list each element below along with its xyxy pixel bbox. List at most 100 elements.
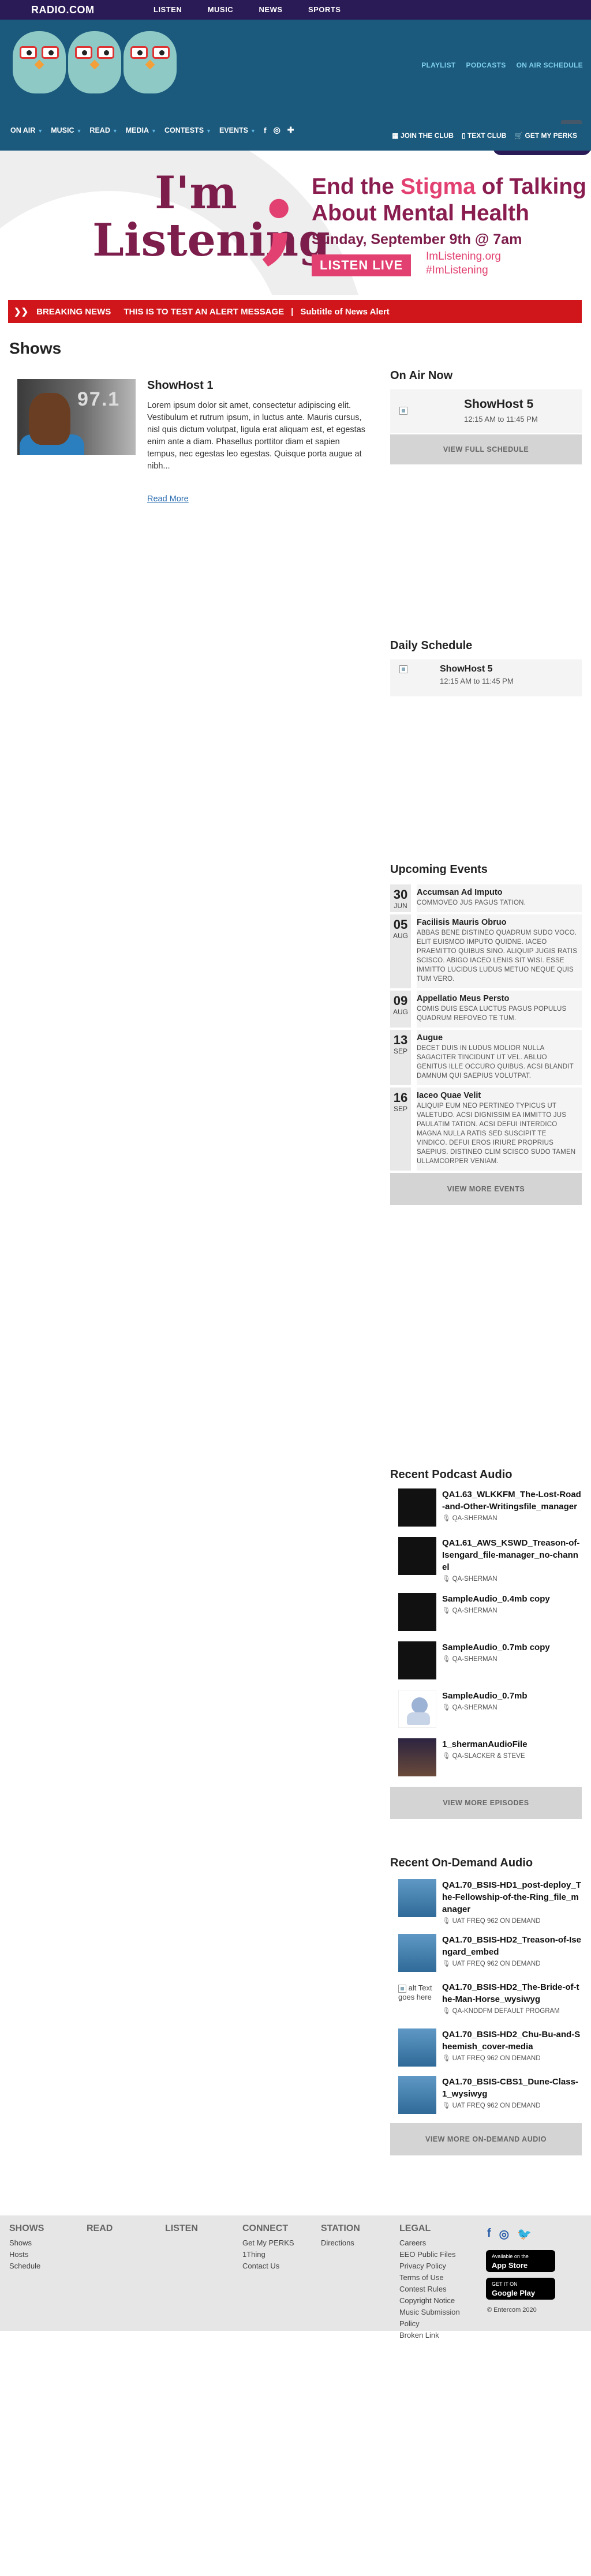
- event-item[interactable]: 09 AUG Appellatio Meus Persto COMIS DUIS E…: [390, 991, 582, 1028]
- top-nav-news[interactable]: NEWS: [259, 5, 283, 14]
- podcast-text: SampleAudio_0.7mb copy 🎙 QA-SHERMAN: [442, 1641, 550, 1679]
- banner-site: ImListening.org #ImListening: [426, 250, 501, 278]
- show-image[interactable]: 97.1: [17, 379, 136, 455]
- radio-com-logo[interactable]: RADIO.COM: [31, 4, 154, 16]
- nav-media[interactable]: MEDIA ▼: [126, 126, 156, 134]
- footer-link[interactable]: Contact Us: [242, 2260, 294, 2272]
- podcast-thumbnail: [398, 1690, 436, 1728]
- footer-link[interactable]: Broken Link: [399, 2330, 474, 2341]
- author-name: QA-SLACKER & STEVE: [452, 1753, 525, 1760]
- view-more-events-button[interactable]: VIEW MORE EVENTS: [390, 1173, 582, 1205]
- playlist-link[interactable]: PLAYLIST: [421, 61, 455, 69]
- event-item[interactable]: 16 SEP Iaceo Quae Velit ALIQUIP EUM NEO PE…: [390, 1088, 582, 1171]
- podcasts-link[interactable]: PODCASTS: [466, 61, 506, 69]
- footer-heading: STATION: [321, 2223, 360, 2233]
- event-date: 16 SEP: [390, 1088, 411, 1171]
- event-day: 05: [393, 917, 408, 932]
- footer-heading[interactable]: READ: [87, 2223, 113, 2234]
- listen-live-button[interactable]: LISTEN LIVE: [312, 254, 412, 276]
- view-more-episodes-button[interactable]: VIEW MORE EPISODES: [390, 1787, 582, 1819]
- footer-col-connect: CONNECT Get My PERKS 1Thing Contact Us: [242, 2223, 294, 2272]
- footer-heading[interactable]: LISTEN: [165, 2223, 198, 2234]
- footer-link[interactable]: Directions: [321, 2237, 360, 2249]
- ondemand-thumbnail: [398, 1879, 436, 1917]
- instagram-icon[interactable]: ◎: [499, 2227, 509, 2241]
- ondemand-item[interactable]: QA1.70_BSIS-HD2_Chu-Bu-and-Sheemish_cove…: [398, 2028, 582, 2067]
- read-more-link[interactable]: Read More: [147, 494, 189, 504]
- nav-read[interactable]: READ ▼: [89, 126, 117, 134]
- footer-link[interactable]: Careers: [399, 2237, 474, 2249]
- upcoming-events: Upcoming Events 30 JUN Accumsan Ad Imputo…: [390, 863, 582, 1205]
- host-image: [399, 665, 407, 673]
- top-nav-listen[interactable]: LISTEN: [154, 5, 182, 14]
- podcast-item[interactable]: QA1.63_WLKKFM_The-Lost-Road-and-Other-Wr…: [398, 1488, 582, 1527]
- event-item[interactable]: 30 JUN Accumsan Ad Imputo COMMOVEO JUS PAG…: [390, 884, 582, 912]
- podcast-item[interactable]: SampleAudio_0.7mb copy 🎙 QA-SHERMAN: [398, 1641, 582, 1679]
- footer-link[interactable]: Shows: [9, 2237, 44, 2249]
- footer-link[interactable]: Copyright Notice: [399, 2295, 474, 2307]
- ondemand-item[interactable]: alt Text goes here QA1.70_BSIS-HD2_The-B…: [398, 1981, 582, 2019]
- nav-label: EVENTS: [219, 126, 248, 134]
- text-club-link[interactable]: ▯ TEXT CLUB: [462, 132, 506, 140]
- ondemand-station: 🎙 QA-KNDDFM DEFAULT PROGRAM: [442, 2007, 582, 2015]
- banner-comma-icon: ;: [260, 153, 298, 275]
- view-full-schedule-button[interactable]: VIEW FULL SCHEDULE: [390, 434, 582, 464]
- ondemand-station: 🎙 UAT FREQ 962 ON DEMAND: [442, 1917, 582, 1925]
- top-nav-music[interactable]: MUSIC: [208, 5, 233, 14]
- top-nav-sports[interactable]: SPORTS: [308, 5, 341, 14]
- footer-link[interactable]: Privacy Policy: [399, 2260, 474, 2272]
- google-play-badge[interactable]: GET IT ON Google Play: [486, 2278, 555, 2300]
- event-date: 30 JUN: [390, 884, 411, 912]
- footer-link[interactable]: Music Submission Policy: [399, 2307, 474, 2330]
- podcast-item[interactable]: 1_shermanAudioFile 🎙 QA-SLACKER & STEVE: [398, 1738, 582, 1776]
- facebook-icon[interactable]: f: [264, 126, 267, 135]
- footer-link[interactable]: Schedule: [9, 2260, 44, 2272]
- nav-contests[interactable]: CONTESTS ▼: [164, 126, 211, 134]
- show-name[interactable]: ShowHost 1: [147, 379, 213, 392]
- nav-label: ON AIR: [10, 126, 36, 134]
- microphone-icon: 🎙: [442, 1704, 451, 1711]
- ondemand-item[interactable]: QA1.70_BSIS-CBS1_Dune-Class-1_wysiwyg 🎙 UA…: [398, 2076, 582, 2114]
- event-item[interactable]: 05 AUG Facilisis Mauris Obruo ABBAS BENE D…: [390, 914, 582, 988]
- footer-link[interactable]: Contest Rules: [399, 2283, 474, 2295]
- join-club-link[interactable]: ▦ JOIN THE CLUB: [392, 132, 454, 140]
- promo-banner[interactable]: I'm Listening ; End the Stigma of Talkin…: [0, 151, 591, 295]
- headline-part: Stigma: [400, 174, 476, 199]
- podcast-item[interactable]: QA1.61_AWS_KSWD_Treason-of-Isengard_file…: [398, 1537, 582, 1583]
- ondemand-item[interactable]: QA1.70_BSIS-HD1_post-deploy_The-Fellowsh…: [398, 1879, 582, 1925]
- podcast-item[interactable]: SampleAudio_0.7mb 🎙 QA-SHERMAN: [398, 1690, 582, 1728]
- footer-link[interactable]: Get My PERKS: [242, 2237, 294, 2249]
- ondemand-item[interactable]: QA1.70_BSIS-HD2_Treason-of-Isengard_embe…: [398, 1934, 582, 1972]
- footer-social: f ◎ 🐦: [487, 2227, 532, 2241]
- twitter-icon[interactable]: 🐦: [517, 2227, 532, 2241]
- get-perks-link[interactable]: 🛒 GET MY PERKS: [514, 132, 577, 140]
- on-air-card[interactable]: ShowHost 5 12:15 AM to 11:45 PM: [390, 389, 582, 433]
- footer-link[interactable]: EEO Public Files: [399, 2249, 474, 2260]
- nav-on-air[interactable]: ON AIR ▼: [10, 126, 43, 134]
- events-list: 30 JUN Accumsan Ad Imputo COMMOVEO JUS PAG…: [390, 884, 582, 1171]
- footer-link[interactable]: Terms of Use: [399, 2272, 474, 2283]
- nav-events[interactable]: EVENTS ▼: [219, 126, 256, 134]
- ondemand-thumbnail: [398, 2076, 436, 2114]
- podcast-item[interactable]: SampleAudio_0.4mb copy 🎙 QA-SHERMAN: [398, 1593, 582, 1631]
- station-logo[interactable]: [13, 31, 177, 93]
- event-item[interactable]: 13 SEP Augue DECET DUIS IN LUDUS MOLIOR NU…: [390, 1030, 582, 1085]
- podcast-title-text: QA1.63_WLKKFM_The-Lost-Road-and-Other-Wr…: [442, 1490, 581, 1512]
- station-name: QA-KNDDFM DEFAULT PROGRAM: [452, 2008, 560, 2015]
- app-store-badge[interactable]: Available on the App Store: [486, 2250, 555, 2272]
- view-more-on-demand-button[interactable]: VIEW MORE ON-DEMAND AUDIO: [390, 2123, 582, 2155]
- footer-link[interactable]: 1Thing: [242, 2249, 294, 2260]
- on-air-schedule-link[interactable]: ON AIR SCHEDULE: [517, 61, 583, 69]
- footer-link[interactable]: Hosts: [9, 2249, 44, 2260]
- event-desc: DECET DUIS IN LUDUS MOLIOR NULLA SAGACIT…: [417, 1045, 574, 1079]
- event-month: AUG: [392, 1008, 408, 1016]
- microphone-icon: 🎙: [442, 1576, 451, 1583]
- nav-music[interactable]: MUSIC ▼: [51, 126, 81, 134]
- podcast-author: 🎙 QA-SLACKER & STEVE: [442, 1752, 528, 1760]
- microphone-icon: 🎙: [442, 2008, 451, 2015]
- breaking-news-bar[interactable]: ❯❯ BREAKING NEWS THIS IS TO TEST AN ALER…: [8, 300, 582, 323]
- daily-item[interactable]: ShowHost 5 12:15 AM to 11:45 PM: [390, 659, 582, 696]
- plus-icon[interactable]: ✚: [287, 125, 294, 135]
- facebook-icon[interactable]: f: [487, 2227, 491, 2241]
- instagram-icon[interactable]: ◎: [274, 125, 280, 135]
